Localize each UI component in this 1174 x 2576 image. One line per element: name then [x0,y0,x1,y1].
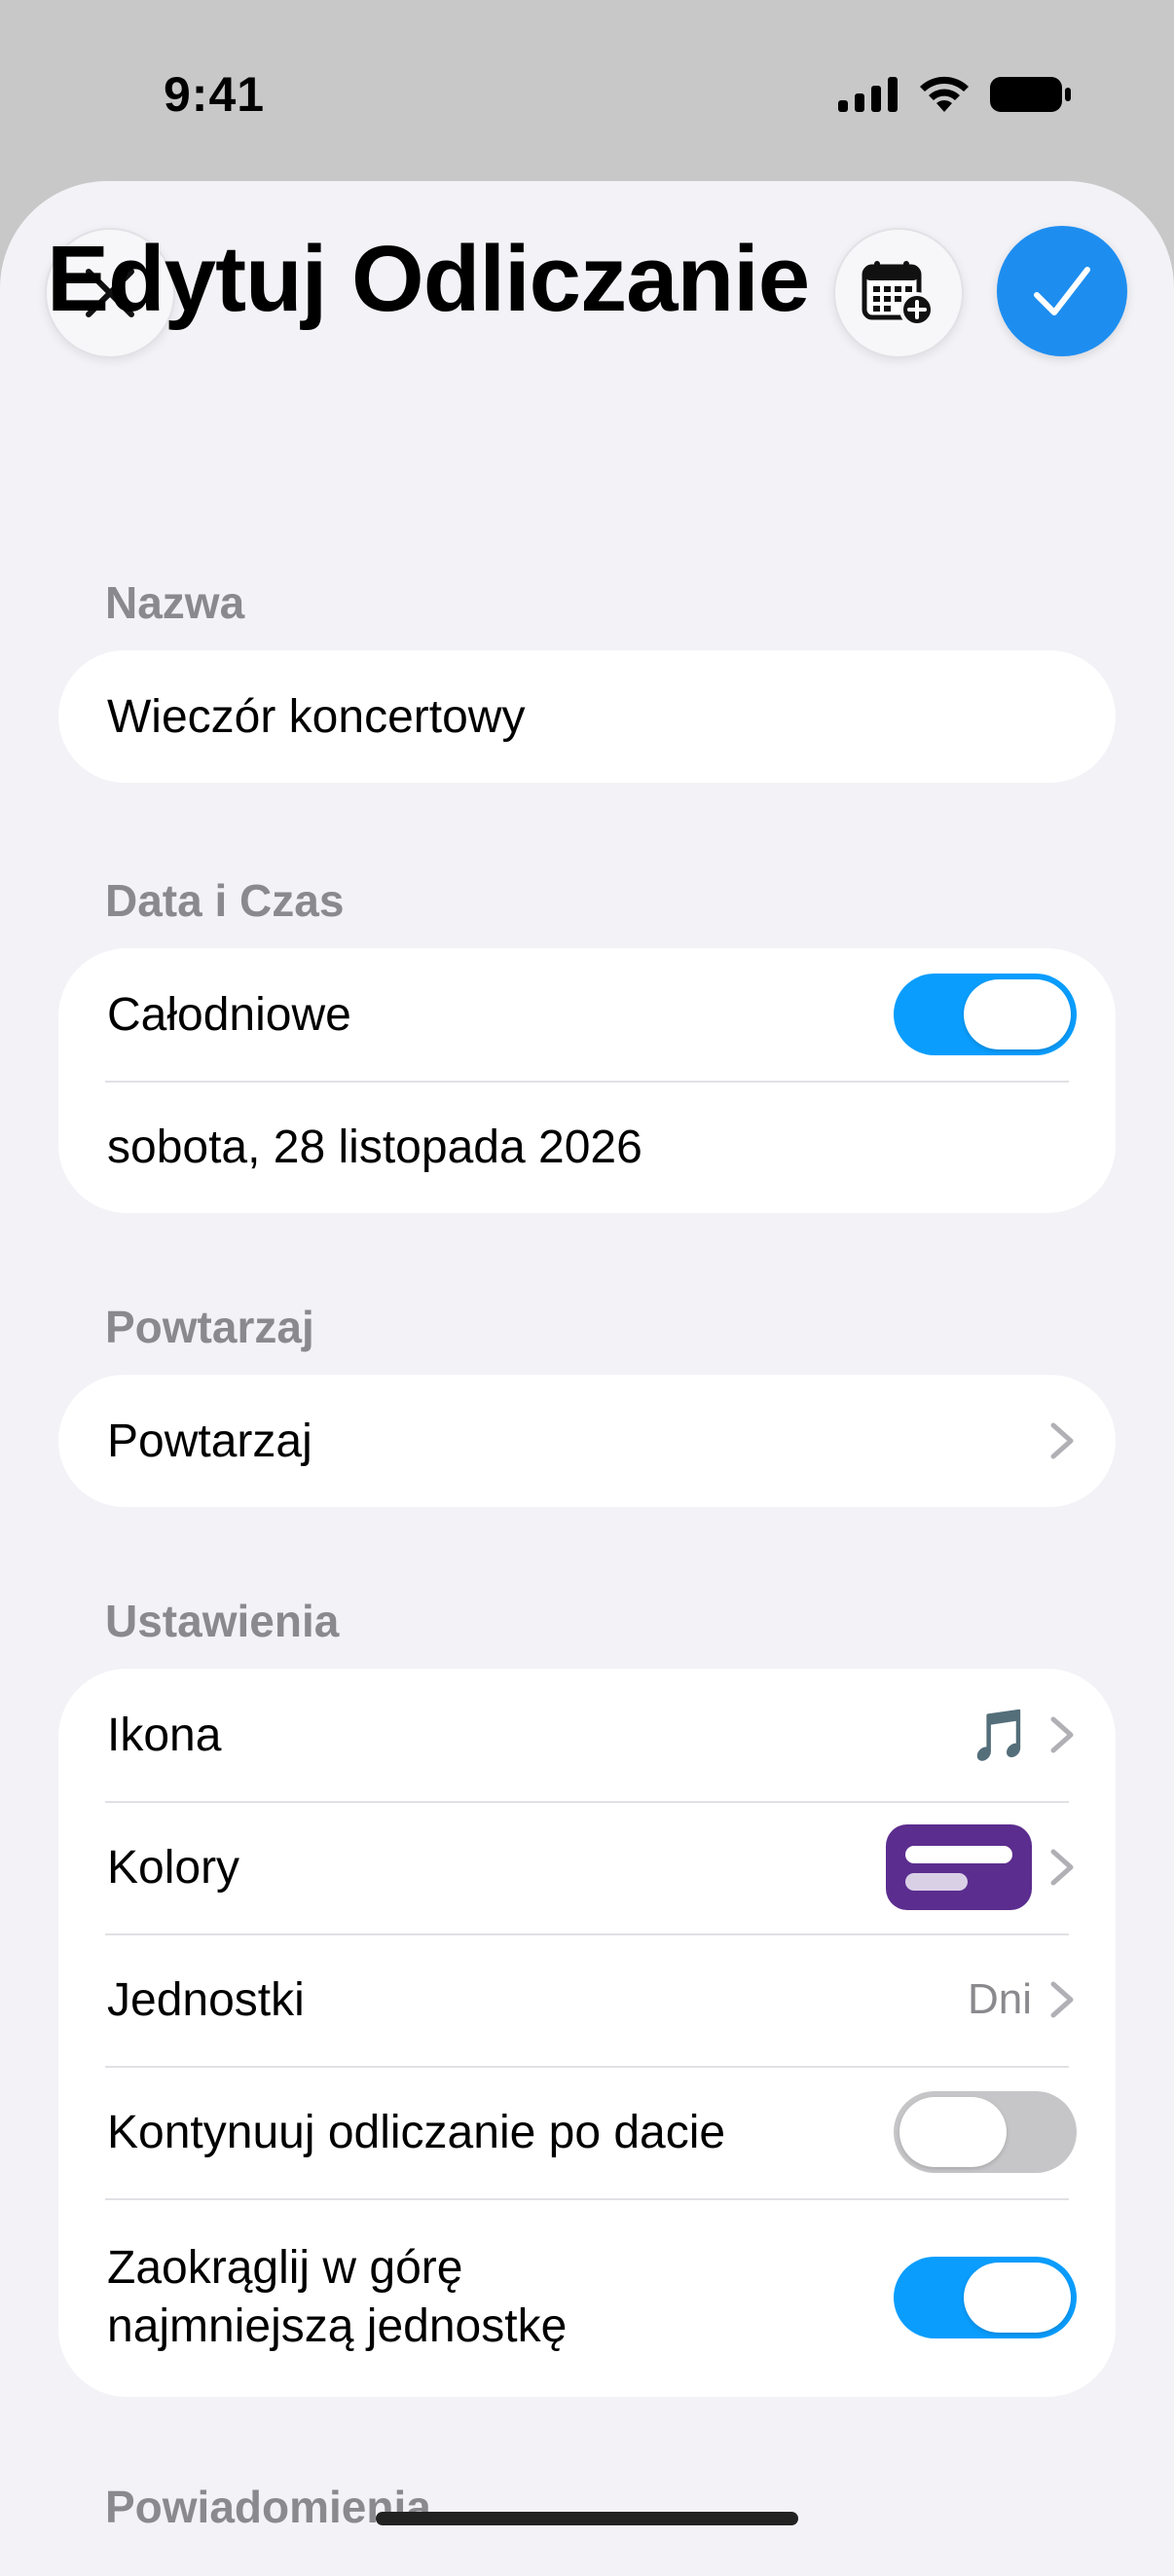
repeat-row[interactable]: Powtarzaj [58,1375,1116,1507]
section-header-datetime: Data i Czas [105,875,345,926]
wifi-icon [920,76,969,112]
icon-row[interactable]: Ikona 🎵 [58,1669,1116,1801]
round-up-label-line1: Zaokrąglij w górę [107,2242,463,2294]
units-label: Jednostki [107,1973,305,2026]
colors-label: Kolory [107,1841,240,1894]
music-note-icon: 🎵 [969,1706,1032,1765]
continue-toggle[interactable] [894,2091,1077,2173]
status-icons [838,70,1072,119]
name-card: Wieczór koncertowy [58,650,1116,783]
battery-icon [990,77,1071,112]
all-day-toggle[interactable] [894,974,1077,1055]
round-up-label: Zaokrąglij w górę najmniejszą jednostkę [107,2239,894,2356]
round-up-label-line2: najmniejszą jednostkę [107,2300,568,2352]
section-header-name: Nazwa [105,577,245,628]
units-value: Dni [967,1975,1032,2023]
round-up-row: Zaokrąglij w górę najmniejszą jednostkę [58,2198,1116,2397]
section-header-repeat: Powtarzaj [105,1302,314,1352]
status-bar: 9:41 [0,0,1174,185]
cellular-signal-icon [838,77,898,112]
confirm-button[interactable] [997,226,1127,356]
date-value: sobota, 28 listopada 2026 [107,1121,642,1173]
repeat-card: Powtarzaj [58,1375,1116,1507]
chevron-right-icon [1050,1981,1074,2018]
round-up-toggle[interactable] [894,2257,1077,2338]
colors-row[interactable]: Kolory [58,1801,1116,1933]
status-time: 9:41 [164,67,266,122]
chevron-right-icon [1050,1716,1074,1753]
calendar-add-icon [862,261,935,327]
date-row[interactable]: sobota, 28 listopada 2026 [58,1081,1116,1213]
all-day-label: Całodniowe [107,988,351,1041]
color-swatch [886,1824,1032,1910]
name-input[interactable]: Wieczór koncertowy [58,650,1116,783]
toggle-knob [899,2097,1007,2167]
settings-card: Ikona 🎵 Kolory Jednostki Dni Kontynuuj o… [58,1669,1116,2397]
toggle-knob [964,979,1071,1049]
repeat-label: Powtarzaj [107,1415,312,1467]
continue-label: Kontynuuj odliczanie po dacie [107,2106,726,2158]
add-to-calendar-button[interactable] [833,228,964,358]
continue-row: Kontynuuj odliczanie po dacie [58,2066,1116,2198]
name-value: Wieczór koncertowy [107,690,526,743]
all-day-row: Całodniowe [58,948,1116,1081]
units-row[interactable]: Jednostki Dni [58,1933,1116,2066]
chevron-right-icon [1050,1849,1074,1886]
icon-label: Ikona [107,1709,222,1761]
page-title: Edytuj Odliczanie [47,227,810,331]
toggle-knob [964,2263,1071,2333]
chevron-right-icon [1050,1422,1074,1459]
checkmark-icon [1034,267,1090,315]
section-header-settings: Ustawienia [105,1596,340,1646]
home-indicator [376,2512,798,2525]
datetime-card: Całodniowe sobota, 28 listopada 2026 [58,948,1116,1213]
